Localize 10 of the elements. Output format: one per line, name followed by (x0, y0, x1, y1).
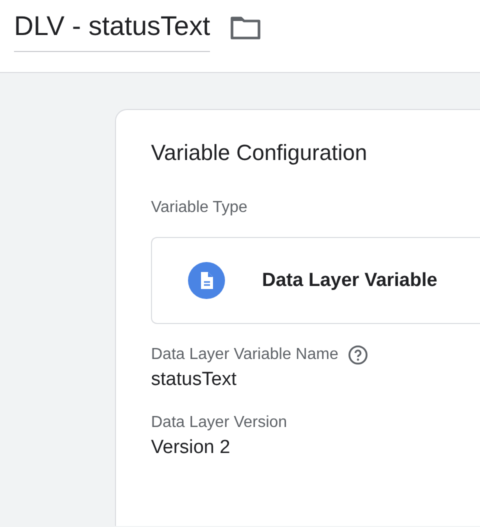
field-label: Data Layer Version (151, 413, 288, 433)
section-title: Variable Configuration (151, 139, 368, 167)
help-icon[interactable] (348, 345, 368, 365)
document-icon (188, 262, 225, 299)
variable-type-selector[interactable]: Data Layer Variable (151, 237, 480, 324)
field-label: Variable Type (151, 198, 248, 218)
field-value: Version 2 (151, 436, 230, 460)
field-label: Data Layer Variable Name (151, 345, 338, 365)
folder-icon[interactable] (230, 15, 262, 40)
field-value: statusText (151, 368, 237, 392)
